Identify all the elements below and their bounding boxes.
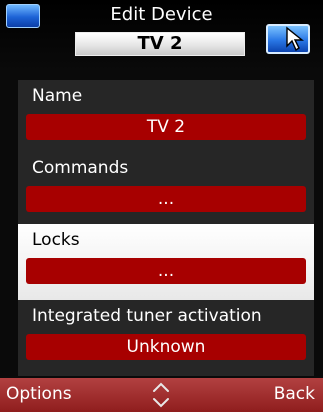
softkey-bar: Options Back (0, 378, 323, 412)
field-label: Name (32, 86, 83, 106)
locks-value-button[interactable]: ... (26, 258, 306, 284)
field-label: Integrated tuner activation (32, 306, 262, 326)
device-name-box: TV 2 (75, 32, 245, 56)
pointer-icon (286, 26, 304, 52)
back-button[interactable]: Back (274, 384, 315, 404)
commands-value-button[interactable]: ... (26, 186, 306, 212)
options-button[interactable]: Options (6, 384, 72, 404)
tuner-activation-value-button[interactable]: Unknown (26, 334, 306, 360)
field-label: Commands (32, 158, 129, 178)
field-commands-section[interactable]: Commands ... (18, 152, 314, 228)
page-title: Edit Device (110, 4, 213, 25)
name-value-button[interactable]: TV 2 (26, 114, 306, 140)
field-name-section[interactable]: Name TV 2 (18, 80, 314, 156)
field-label: Locks (32, 230, 80, 250)
field-tuner-section[interactable]: Integrated tuner activation Unknown (18, 300, 314, 376)
up-down-chevron-icon (153, 382, 169, 408)
header-bar: Edit Device TV 2 (0, 0, 323, 72)
field-locks-section[interactable]: Locks ... (18, 224, 314, 300)
